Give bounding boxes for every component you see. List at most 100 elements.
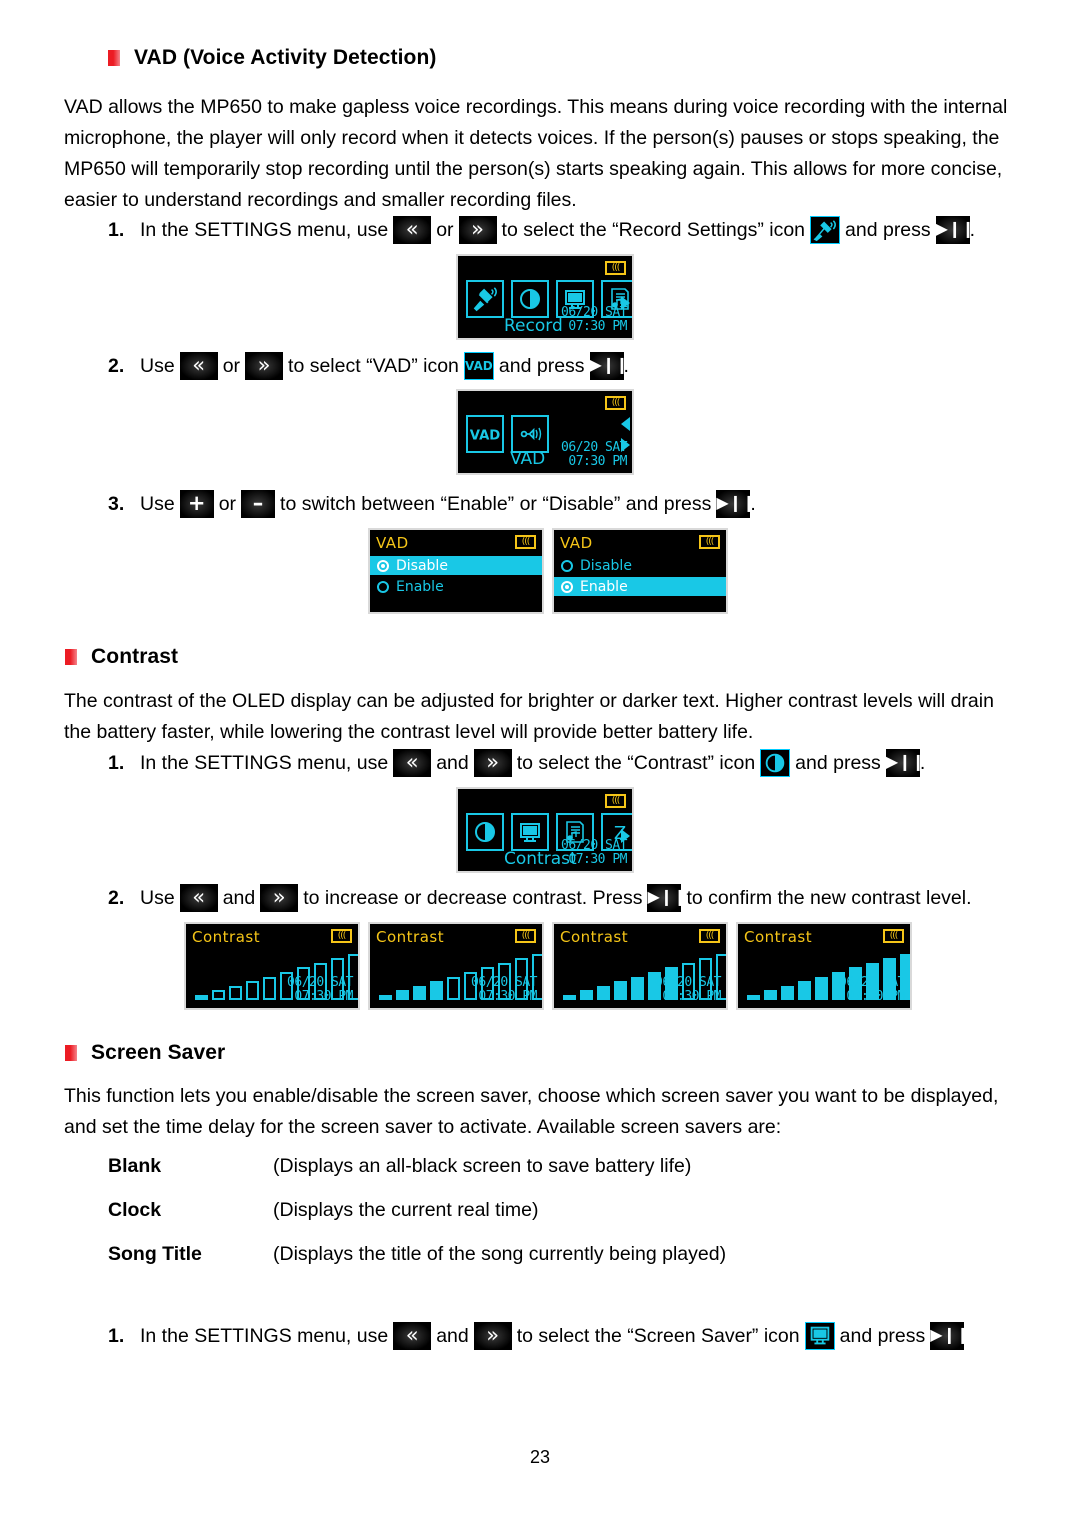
oled-datetime: 06/20 SAT 07:30 PM	[655, 976, 721, 1004]
oled-screen-vad-enable: VAD ((( Disable Enable	[552, 528, 728, 614]
page-number: 23	[529, 1447, 551, 1467]
oled-label: VAD	[510, 449, 546, 469]
section-heading-contrast-label: Contrast	[91, 645, 179, 668]
vad-option-disable[interactable]: Disable	[370, 556, 542, 575]
contrast-bar	[379, 995, 392, 1000]
step-text: In the SETTINGS menu, use	[140, 1325, 389, 1347]
scroll-left-arrow-icon[interactable]	[621, 417, 630, 431]
battery-icon: (((	[699, 535, 720, 549]
step-text: to switch between “Enable” or “Disable” …	[280, 493, 712, 515]
oled-datetime: 06/20 SAT 07:30 PM	[561, 441, 627, 469]
contrast-bar	[614, 981, 627, 1000]
prev-button-icon[interactable]: «	[393, 1322, 432, 1350]
vad-option-disable[interactable]: Disable	[554, 556, 726, 575]
screen-saver-options-list: Blank (Displays an all-black screen to sa…	[108, 1155, 958, 1287]
oled-title: Contrast	[560, 928, 629, 946]
red-square-bullet-icon	[108, 50, 120, 66]
red-square-bullet-icon	[65, 1045, 77, 1061]
contrast-bar	[413, 985, 426, 1000]
oled-time: 07:30 PM	[568, 852, 627, 867]
play-pause-button-icon[interactable]: ▶❙❙	[935, 216, 975, 244]
play-pause-button-icon[interactable]: ▶❙❙	[716, 490, 756, 518]
contrast-bar	[396, 990, 409, 1000]
step-number: 2.	[108, 887, 125, 909]
step-vad-1: 1. In the SETTINGS menu, use « or » to s…	[108, 216, 975, 244]
contrast-bar	[430, 981, 443, 1000]
step-screen-saver-1: 1. In the SETTINGS menu, use « and » to …	[108, 1322, 969, 1350]
oled-time: 07:30 PM	[662, 989, 721, 1004]
option-label: Disable	[580, 557, 632, 574]
next-button-icon[interactable]: »	[260, 884, 299, 912]
contrast-bar	[563, 995, 576, 1000]
battery-icon: (((	[699, 929, 720, 943]
step-number: 1.	[108, 752, 125, 774]
contrast-bar	[212, 990, 225, 1000]
contrast-bar	[747, 995, 760, 1000]
step-text: and press	[498, 355, 585, 377]
oled-screen-contrast-level-1: Contrast (((06/20 SAT 07:30 PM	[184, 922, 360, 1010]
record-settings-menu-icon[interactable]	[466, 280, 504, 318]
next-button-icon[interactable]: »	[473, 1322, 512, 1350]
radio-icon	[561, 559, 573, 572]
step-text: Use	[140, 887, 175, 909]
oled-date: 06/20 SAT	[561, 305, 627, 320]
play-pause-button-icon[interactable]: ▶❙❙	[930, 1322, 969, 1350]
oled-screen-contrast-level-4: Contrast (((06/20 SAT 07:30 PM	[736, 922, 912, 1010]
prev-button-icon[interactable]: «	[179, 352, 218, 380]
oled-datetime: 06/20 SAT 07:30 PM	[561, 839, 627, 867]
radio-icon	[377, 559, 389, 572]
option-label: Enable	[580, 578, 628, 595]
option-label: Disable	[396, 557, 448, 574]
contrast-bar	[263, 976, 276, 1000]
contrast-menu-icon[interactable]	[466, 813, 504, 851]
record-settings-icon[interactable]	[810, 216, 841, 244]
record-submenu-icon-row: VAD	[466, 415, 549, 453]
screen-saver-option-description: (Displays the title of the song currentl…	[273, 1243, 727, 1265]
vad-option-enable[interactable]: Enable	[370, 577, 542, 596]
minus-button-icon[interactable]: –	[241, 490, 276, 518]
plus-button-icon[interactable]: +	[179, 490, 214, 518]
contrast-bar	[246, 981, 259, 1000]
vad-menu-icon[interactable]: VAD	[466, 415, 504, 453]
paragraph-vad: VAD allows the MP650 to make gapless voi…	[64, 96, 1008, 211]
oled-title: VAD	[376, 534, 409, 552]
oled-screen-vad-menu: ((( VAD VAD 06/20 SAT 07:30 PM	[456, 389, 634, 475]
next-button-icon[interactable]: »	[458, 216, 497, 244]
voice-record-menu-icon[interactable]	[511, 415, 549, 453]
section-heading-vad: VAD (Voice Activity Detection)	[108, 46, 437, 70]
oled-screen-vad-disable: VAD ((( Disable Enable	[368, 528, 544, 614]
contrast-menu-icon[interactable]	[511, 280, 549, 318]
step-text: and	[222, 887, 256, 909]
contrast-bar	[764, 990, 777, 1000]
prev-button-icon[interactable]: «	[393, 216, 432, 244]
next-button-icon[interactable]: »	[473, 749, 512, 777]
screen-saver-option-term: Blank	[108, 1155, 162, 1177]
battery-icon: (((	[515, 929, 536, 943]
step-text: and press	[795, 752, 881, 774]
prev-button-icon[interactable]: «	[179, 884, 218, 912]
next-button-icon[interactable]: »	[245, 352, 284, 380]
play-pause-button-icon[interactable]: ▶❙❙	[885, 749, 925, 777]
oled-title: Contrast	[376, 928, 445, 946]
screen-saver-icon[interactable]	[804, 1322, 835, 1350]
play-pause-button-icon[interactable]: ▶❙❙	[647, 884, 687, 912]
oled-screen-contrast-level-2: Contrast (((06/20 SAT 07:30 PM	[368, 922, 544, 1010]
screen-saver-option-row: Clock (Displays the current real time)	[108, 1199, 958, 1222]
play-pause-button-icon[interactable]: ▶❙❙	[589, 352, 629, 380]
step-text: .	[750, 493, 756, 515]
oled-date: 06/20 SAT	[561, 838, 627, 853]
battery-icon: (((	[605, 794, 626, 808]
vad-icon[interactable]: VAD	[463, 352, 494, 380]
screen-saver-option-term: Clock	[108, 1199, 162, 1221]
step-number: 2.	[108, 355, 125, 377]
contrast-icon[interactable]	[760, 749, 791, 777]
oled-time: 07:30 PM	[294, 989, 353, 1004]
screen-saver-menu-icon[interactable]	[511, 813, 549, 851]
oled-title: VAD	[560, 534, 593, 552]
paragraph-contrast: The contrast of the OLED display can be …	[64, 690, 994, 743]
step-text: and press	[839, 1325, 926, 1347]
oled-screen-contrast-level-3: Contrast ((( 06/20 SAT 07:30 PM	[552, 922, 728, 1010]
prev-button-icon[interactable]: «	[393, 749, 432, 777]
vad-option-enable[interactable]: Enable	[554, 577, 726, 596]
contrast-bar	[597, 985, 610, 1000]
